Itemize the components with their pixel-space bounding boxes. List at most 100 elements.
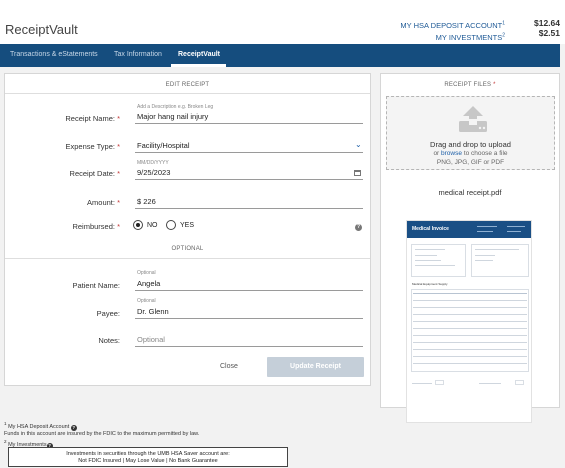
- investments-link[interactable]: MY INVESTMENTS2: [436, 33, 505, 43]
- invoice-table-header: [413, 293, 527, 294]
- payee-input[interactable]: Dr. Glenn: [137, 307, 169, 316]
- invoice-items-table: [411, 289, 529, 372]
- receipt-files-heading: RECEIPT FILES *: [444, 82, 496, 88]
- drop-browse-line: or browse to choose a file: [433, 150, 508, 157]
- hsa-account-link[interactable]: MY HSA DEPOSIT ACCOUNT1: [400, 20, 505, 30]
- reimbursed-no-label: NO: [147, 222, 158, 229]
- expense-type-underline: [135, 152, 363, 153]
- divider: [5, 93, 370, 94]
- invoice-text-line: [415, 265, 455, 266]
- disclosure-line-2: Not FDIC Insured | May Lose Value | No B…: [78, 458, 218, 464]
- footnotes: 1 My HSA Deposit Account ? Funds in this…: [4, 420, 199, 449]
- invoice-text-line: [475, 260, 493, 261]
- patient-name-hint: Optional: [137, 270, 156, 276]
- help-icon[interactable]: ?: [70, 424, 77, 431]
- help-icon[interactable]: ?: [355, 224, 362, 231]
- payee-hint: Optional: [137, 298, 156, 304]
- tab-tax-information[interactable]: Tax Information: [114, 51, 162, 58]
- expense-type-select[interactable]: Facility/Hospital: [137, 141, 190, 150]
- browse-link[interactable]: browse: [441, 150, 462, 157]
- invoice-signature-line: [412, 383, 432, 384]
- calendar-icon[interactable]: [354, 170, 361, 176]
- invoice-text-line: [415, 249, 445, 250]
- edit-receipt-panel: EDIT RECEIPT Receipt Name: * Add a Descr…: [4, 73, 371, 386]
- invoice-meta-line: [507, 226, 525, 227]
- patient-name-label: Patient Name:: [72, 281, 120, 290]
- invoice-text-line: [415, 255, 437, 256]
- payee-label: Payee:: [96, 309, 120, 318]
- account-links: MY HSA DEPOSIT ACCOUNT1 MY INVESTMENTS2: [400, 18, 505, 43]
- upload-icon: [459, 106, 487, 132]
- update-receipt-button[interactable]: Update Receipt: [267, 357, 364, 377]
- reimbursed-yes-label: YES: [180, 222, 195, 229]
- invoice-meta-line: [507, 231, 521, 232]
- patient-name-underline: [135, 290, 363, 291]
- notes-underline: [135, 346, 363, 347]
- notes-input[interactable]: Optional: [137, 335, 165, 344]
- investment-disclosure-box: Investments in securities through the UM…: [8, 447, 288, 467]
- file-name[interactable]: medical receipt.pdf: [381, 188, 559, 197]
- tab-transactions[interactable]: Transactions & eStatements: [10, 51, 98, 58]
- app-title: ReceiptVault: [5, 22, 78, 37]
- invoice-table-row: [413, 307, 527, 308]
- invoice-section-title: Medical Equipment Supply: [412, 282, 448, 286]
- receipt-date-input[interactable]: 9/25/2023: [137, 168, 170, 177]
- invoice-table-row: [413, 328, 527, 329]
- file-drop-zone[interactable]: Drag and drop to upload or browse to cho…: [386, 96, 555, 170]
- invoice-table-row: [413, 314, 527, 315]
- receipt-name-hint: Add a Description e.g. Broken Leg: [137, 104, 214, 110]
- receipt-date-label: Receipt Date: *: [69, 169, 120, 178]
- expense-type-label: Expense Type: *: [65, 142, 121, 151]
- invoice-table-row: [413, 335, 527, 336]
- invoice-stamp-box: [435, 380, 444, 385]
- tab-receiptvault[interactable]: ReceiptVault: [178, 51, 220, 58]
- receipt-date-underline: [135, 179, 363, 180]
- reimbursed-yes-radio[interactable]: [166, 220, 176, 230]
- invoice-signature-line: [479, 383, 501, 384]
- accepted-file-types: PNG, JPG, GIF or PDF: [436, 159, 505, 166]
- edit-receipt-heading: EDIT RECEIPT: [165, 82, 210, 88]
- footnote-fdic: Funds in this account are insured by the…: [4, 430, 200, 437]
- page-header: ReceiptVault MY HSA DEPOSIT ACCOUNT1 MY …: [0, 0, 565, 44]
- drop-instruction: Drag and drop to upload: [430, 140, 511, 149]
- invoice-table-row: [413, 300, 527, 301]
- invoice-text-line: [475, 249, 519, 250]
- chevron-down-icon[interactable]: ⌄: [355, 140, 362, 149]
- invoice-table-row: [413, 342, 527, 343]
- invoice-text-line: [415, 260, 441, 261]
- receipt-date-hint: MM/DD/YYYY: [137, 160, 169, 166]
- patient-name-input[interactable]: Angela: [137, 279, 160, 288]
- hsa-balance: $12.64: [534, 18, 560, 28]
- reimbursed-label: Reimbursed: *: [72, 222, 120, 231]
- receipt-name-underline: [135, 123, 363, 124]
- invoice-table-row: [413, 356, 527, 357]
- investments-balance: $2.51: [538, 28, 560, 38]
- disclosure-line-1: Investments in securities through the UM…: [66, 451, 230, 457]
- amount-input[interactable]: $ 226: [137, 197, 156, 206]
- footnote-hsa: 1 My HSA Deposit Account ?: [4, 421, 77, 431]
- invoice-table-row: [413, 349, 527, 350]
- main-nav: Transactions & eStatements Tax Informati…: [0, 44, 560, 67]
- account-balances: $12.64 $2.51: [534, 18, 560, 38]
- invoice-title: Medical Invoice: [412, 226, 449, 232]
- amount-underline: [135, 208, 363, 209]
- invoice-meta-line: [477, 226, 497, 227]
- invoice-table-row: [413, 363, 527, 364]
- invoice-text-line: [475, 255, 495, 256]
- file-preview-thumbnail[interactable]: Medical Invoice Medical Equipment Supply: [406, 220, 532, 423]
- receipt-name-input[interactable]: Major hang nail injury: [137, 112, 208, 121]
- invoice-stamp-box: [515, 380, 524, 385]
- receipt-files-panel: RECEIPT FILES * Drag and drop to upload …: [380, 73, 560, 423]
- amount-label: Amount: *: [87, 198, 120, 207]
- divider: [5, 258, 370, 259]
- invoice-table-row: [413, 321, 527, 322]
- reimbursed-no-radio[interactable]: [133, 220, 143, 230]
- invoice-header-band: Medical Invoice: [407, 221, 531, 238]
- receipt-name-label: Receipt Name: *: [65, 114, 120, 123]
- payee-underline: [135, 318, 363, 319]
- active-tab-indicator: [171, 64, 226, 67]
- optional-heading: OPTIONAL: [171, 246, 204, 252]
- close-button[interactable]: Close: [220, 363, 238, 370]
- invoice-meta-line: [477, 231, 493, 232]
- notes-label: Notes:: [98, 336, 120, 345]
